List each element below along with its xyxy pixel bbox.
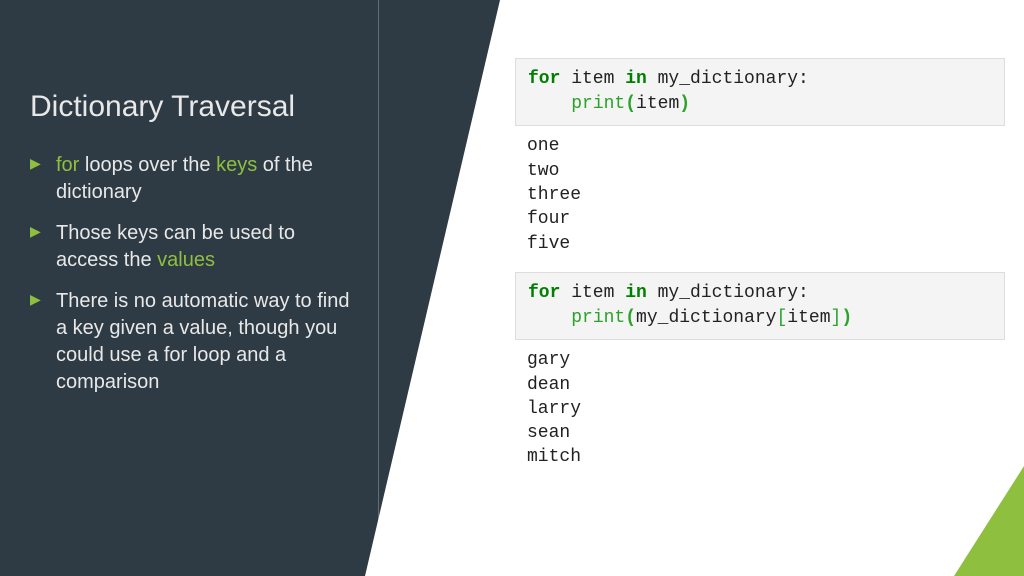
bullet-item: There is no automatic way to find a key … bbox=[30, 288, 350, 396]
bullet-list: for loops over the keys of the dictionar… bbox=[30, 152, 350, 396]
right-panel: for item in my_dictionary: print(item) o… bbox=[515, 58, 1005, 486]
slide-title: Dictionary Traversal bbox=[30, 90, 470, 124]
output-block-2: gary dean larry sean mitch bbox=[515, 340, 1005, 485]
bullet-item: Those keys can be used to access the val… bbox=[30, 220, 350, 274]
left-panel: Dictionary Traversal for loops over the … bbox=[0, 0, 500, 576]
bullet-item: for loops over the keys of the dictionar… bbox=[30, 152, 350, 206]
panel-divider bbox=[378, 0, 379, 576]
code-block-1: for item in my_dictionary: print(item) bbox=[515, 58, 1005, 126]
output-block-1: one two three four five bbox=[515, 126, 1005, 271]
code-block-2: for item in my_dictionary: print(my_dict… bbox=[515, 272, 1005, 340]
